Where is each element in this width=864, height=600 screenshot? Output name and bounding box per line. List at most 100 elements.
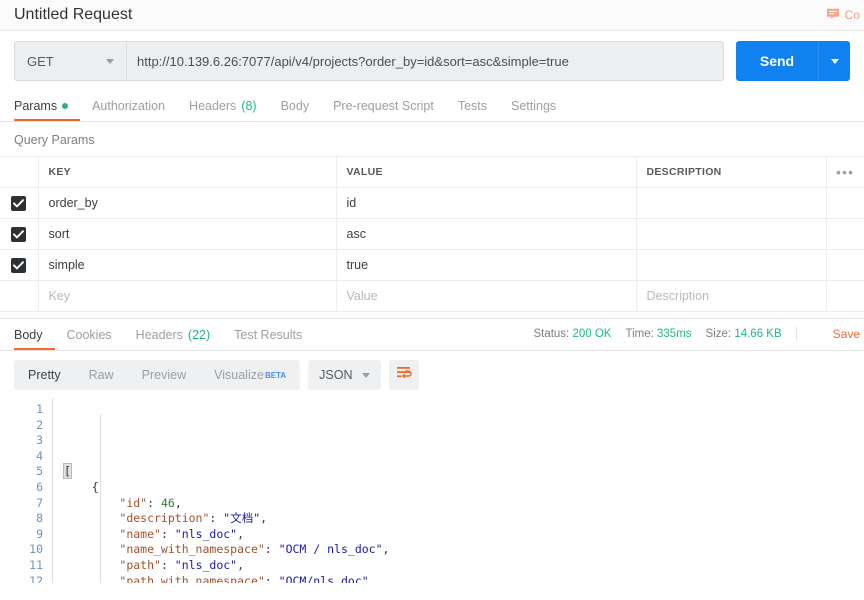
row-checkbox-cell[interactable] (0, 219, 38, 250)
tab-settings[interactable]: Settings (499, 100, 568, 122)
row-checkbox-cell-empty (0, 281, 38, 312)
check-icon (13, 230, 24, 239)
param-key[interactable]: order_by (38, 188, 336, 219)
http-method-value: GET (27, 54, 54, 69)
new-param-description-input[interactable]: Description (636, 281, 826, 312)
tab-pre-request-script[interactable]: Pre-request Script (321, 100, 446, 122)
code-line: [ (64, 464, 864, 480)
comments-button[interactable]: Co (826, 7, 860, 24)
chevron-down-icon (831, 59, 839, 64)
token-str: "OCM/nls_doc" (279, 574, 369, 583)
code-line: "path_with_namespace": "OCM/nls_doc", (64, 574, 864, 583)
send-options-button[interactable] (818, 41, 850, 81)
param-key-text: simple (49, 258, 85, 272)
request-tabs: Params AuthorizationHeaders(8) Body Pre-req… (0, 90, 864, 122)
token-pun: : (265, 574, 279, 583)
line-number: 9 (0, 527, 43, 543)
check-icon (13, 199, 24, 208)
token-key: "name_with_namespace" (119, 542, 264, 556)
response-tab-body[interactable]: Body (14, 329, 55, 351)
new-param-value-input-text: Value (347, 289, 378, 303)
row-checkbox[interactable] (11, 258, 26, 273)
format-tab-visualize[interactable]: VisualizeBETA (200, 360, 300, 390)
param-description[interactable] (636, 188, 826, 219)
save-response-button[interactable]: Save R (833, 327, 864, 341)
format-tab-raw[interactable]: Raw (75, 360, 128, 390)
table-header-row: KEY VALUE DESCRIPTION ••• (0, 157, 864, 188)
send-button[interactable]: Send (736, 41, 818, 81)
tab-tests[interactable]: Tests (446, 100, 499, 122)
param-key[interactable]: sort (38, 219, 336, 250)
response-tabs-list: BodyCookiesHeaders(22)Test Results (14, 317, 314, 350)
size-value: 14.66 KB (734, 328, 781, 340)
format-tab-preview[interactable]: Preview (128, 360, 200, 390)
line-number: 5 (0, 464, 43, 480)
response-tab-test-results[interactable]: Test Results (222, 329, 314, 351)
token-pun: , (260, 511, 267, 525)
response-tab-count-badge: (22) (188, 329, 210, 342)
table-options-menu[interactable]: ••• (826, 157, 864, 188)
param-description[interactable] (636, 219, 826, 250)
token-key: "path" (119, 558, 161, 572)
code-line: "name": "nls_doc", (64, 527, 864, 543)
tab-headers[interactable]: Headers(8) (177, 100, 269, 122)
token-key: "path_with_namespace" (119, 574, 264, 583)
tab-label: Params (14, 100, 57, 113)
token-key: "id" (119, 496, 147, 510)
column-header-value: VALUE (336, 157, 636, 188)
size-metric: Size: 14.66 KB (706, 328, 782, 340)
select-all-cell (0, 157, 38, 188)
chevron-down-icon (106, 59, 114, 64)
send-button-group: Send (736, 41, 850, 81)
new-param-value-input[interactable]: Value (336, 281, 636, 312)
code-line: "description": "文档", (64, 511, 864, 527)
tab-params[interactable]: Params (14, 100, 80, 122)
language-select[interactable]: JSON (308, 360, 381, 390)
query-params-rows: order_byidsortasc simple true Key Value Descr… (0, 188, 864, 312)
line-number: 8 (0, 511, 43, 527)
code-line: { (64, 480, 864, 496)
new-param-key-input[interactable]: Key (38, 281, 336, 312)
response-format-toolbar: PrettyRawPreviewVisualizeBETA JSON (0, 351, 864, 398)
token-str: "文档" (223, 511, 260, 525)
param-value[interactable]: id (336, 188, 636, 219)
url-input[interactable]: http://10.139.6.26:7077/api/v4/projects?… (126, 41, 724, 81)
param-description[interactable] (636, 250, 826, 281)
format-tab-pretty[interactable]: Pretty (14, 360, 75, 390)
response-tab-cookies[interactable]: Cookies (55, 329, 124, 351)
line-number: 6 (0, 480, 43, 496)
row-options-cell (826, 281, 864, 312)
http-method-select[interactable]: GET (14, 41, 126, 81)
code-line: "id": 46, (64, 496, 864, 512)
url-bar: GET http://10.139.6.26:7077/api/v4/proje… (0, 31, 864, 90)
fold-rail (52, 398, 53, 583)
response-json-code[interactable]: [ { "id": 46, "description": "文档", "name… (52, 398, 864, 583)
param-key[interactable]: simple (38, 250, 336, 281)
response-body-viewer[interactable]: 123456789101112 [ { "id": 46, "descripti… (0, 398, 864, 583)
token-str: "OCM / nls_doc" (279, 542, 383, 556)
tab-body[interactable]: Body (269, 100, 322, 122)
row-checkbox-cell[interactable] (0, 250, 38, 281)
format-tab-label: Visualize (214, 368, 264, 382)
token-key: "name" (119, 527, 161, 541)
row-checkbox-cell[interactable] (0, 188, 38, 219)
word-wrap-button[interactable] (389, 360, 419, 390)
token-pun: , (383, 542, 390, 556)
token-key: "description" (119, 511, 209, 525)
row-checkbox[interactable] (11, 196, 26, 211)
response-tab-headers[interactable]: Headers(22) (124, 329, 222, 351)
tab-label: Body (281, 100, 310, 113)
param-value-text: asc (347, 227, 366, 241)
row-checkbox[interactable] (11, 227, 26, 242)
code-line: "name_with_namespace": "OCM / nls_doc", (64, 542, 864, 558)
token-pun: , (369, 574, 376, 583)
table-row: order_byid (0, 188, 864, 219)
line-number: 2 (0, 418, 43, 434)
more-options-icon: ••• (836, 165, 854, 180)
param-value[interactable]: true (336, 250, 636, 281)
status-badge: 200 OK (572, 328, 611, 340)
tab-authorization[interactable]: Authorization (80, 100, 177, 122)
token-pun: : (161, 558, 175, 572)
param-value[interactable]: asc (336, 219, 636, 250)
new-param-key-input-text: Key (49, 289, 71, 303)
